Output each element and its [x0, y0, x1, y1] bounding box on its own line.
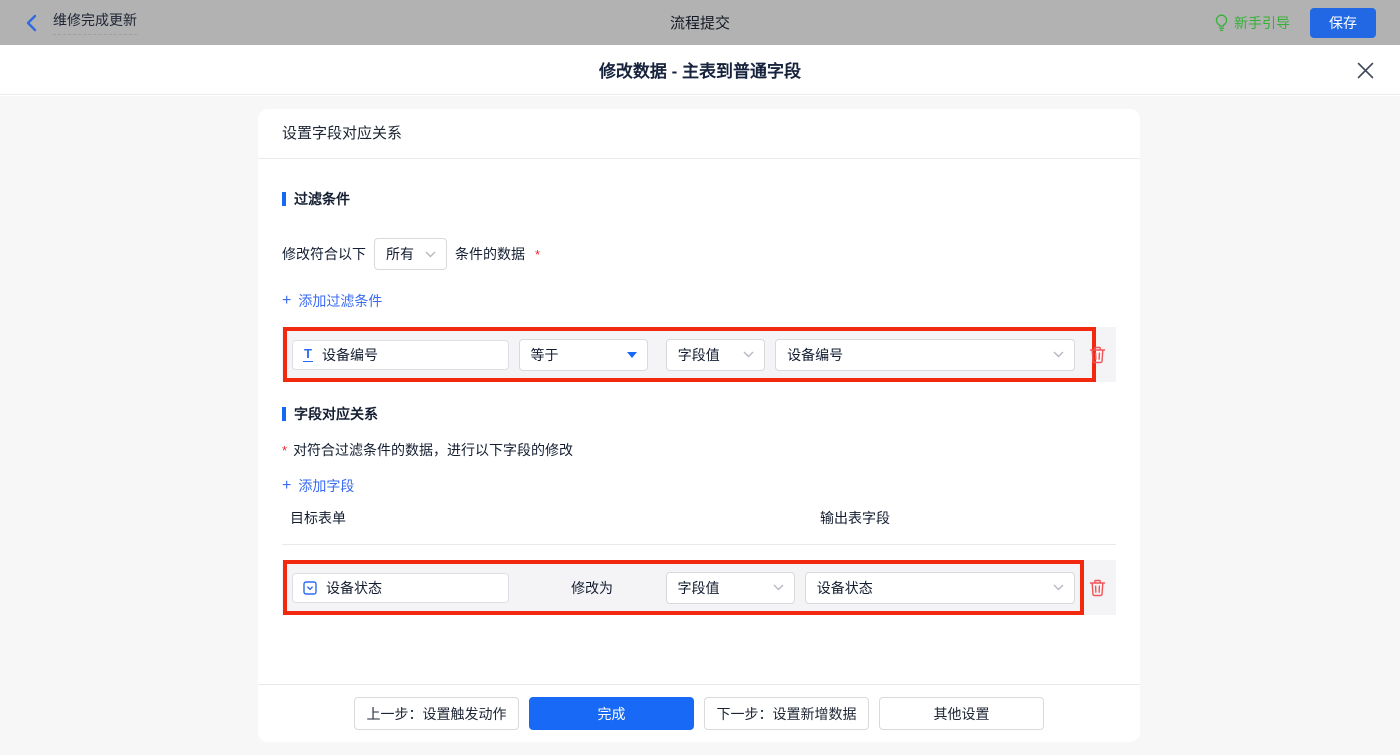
target-field-value: 设备状态: [326, 579, 382, 596]
plus-icon: +: [282, 477, 292, 494]
filter-condition-row: T 设备编号 等于 字段值 设备编号: [282, 327, 1116, 382]
plus-icon: +: [282, 292, 292, 309]
section-bar-icon: [282, 407, 286, 421]
mapping-section-title: 字段对应关系: [282, 404, 1116, 424]
field-mapping-row: 设备状态 修改为 字段值 设备状态: [282, 560, 1116, 615]
chevron-down-icon: [1053, 351, 1064, 358]
chevron-left-icon: [26, 14, 37, 32]
delete-filter-row-button[interactable]: [1089, 346, 1106, 364]
beginner-guide-label: 新手引导: [1234, 14, 1290, 31]
filter-value: 设备编号: [787, 346, 844, 363]
operator-value: 等于: [530, 346, 559, 363]
topbar-center-title: 流程提交: [669, 15, 730, 32]
chevron-down-icon: [743, 351, 754, 358]
save-button[interactable]: 保存: [1310, 7, 1376, 38]
chevron-down-icon: [1053, 584, 1064, 591]
prev-step-button[interactable]: 上一步：设置触发动作: [354, 697, 519, 730]
chevron-down-icon: [425, 251, 436, 258]
filter-field-value: 设备编号: [321, 346, 378, 363]
mapping-hint-text: 对符合过滤条件的数据，进行以下字段的修改: [293, 442, 574, 458]
delete-mapping-row-button[interactable]: [1089, 579, 1106, 597]
card-title: 设置字段对应关系: [258, 109, 1140, 159]
card-content: 过滤条件 修改符合以下 所有 条件的数据 * + 添加过滤条件 T 设备编号 等…: [258, 159, 1140, 684]
trash-icon: [1089, 579, 1106, 596]
required-mark: *: [282, 442, 288, 458]
mapping-section-label: 字段对应关系: [294, 406, 378, 422]
back-button[interactable]: [26, 14, 37, 32]
modal-header: 修改数据 - 主表到普通字段: [0, 45, 1400, 95]
chevron-down-icon: [773, 584, 784, 591]
condition-prefix: 修改符合以下: [282, 246, 366, 262]
done-button[interactable]: 完成: [529, 697, 694, 730]
select-field-icon: [303, 580, 317, 595]
operator-select[interactable]: 等于: [518, 338, 648, 371]
add-filter-condition-link[interactable]: + 添加过滤条件: [282, 291, 382, 311]
topbar: 维修完成更新 流程提交 新手引导 保存: [0, 0, 1400, 45]
mapping-value-type-select[interactable]: 字段值: [665, 571, 795, 604]
value-type-value: 字段值: [677, 346, 720, 363]
other-settings-button[interactable]: 其他设置: [879, 697, 1044, 730]
mapping-value-select[interactable]: 设备状态: [804, 571, 1075, 604]
value-type-select[interactable]: 字段值: [665, 338, 766, 371]
trash-icon: [1089, 346, 1106, 363]
filter-field-input[interactable]: T 设备编号: [292, 339, 509, 370]
modal-body: 设置字段对应关系 过滤条件 修改符合以下 所有 条件的数据 * + 添加过滤条件…: [0, 96, 1400, 755]
modify-to-label: 修改为: [571, 579, 614, 596]
next-step-button[interactable]: 下一步：设置新增数据: [704, 697, 869, 730]
filter-section-label: 过滤条件: [294, 191, 350, 207]
edit-data-modal: 修改数据 - 主表到普通字段 设置字段对应关系 过滤条件 修改符合以下 所有 条…: [0, 45, 1400, 755]
mapping-hint: * 对符合过滤条件的数据，进行以下字段的修改: [282, 440, 1116, 460]
condition-logic-select[interactable]: 所有: [374, 238, 447, 270]
condition-logic-value: 所有: [386, 246, 414, 262]
mapping-value: 设备状态: [816, 579, 873, 596]
beginner-guide-link[interactable]: 新手引导: [1214, 13, 1290, 33]
target-field-input[interactable]: 设备状态: [292, 572, 509, 603]
filter-section-title: 过滤条件: [282, 189, 1116, 209]
filter-value-select[interactable]: 设备编号: [775, 338, 1076, 371]
text-field-icon: T: [303, 345, 313, 362]
condition-suffix: 条件的数据: [455, 246, 525, 262]
mapping-value-type-value: 字段值: [677, 579, 720, 596]
close-icon[interactable]: [1357, 62, 1374, 79]
column-target-form: 目标表单: [290, 510, 346, 526]
add-filter-condition-label: 添加过滤条件: [298, 293, 383, 309]
column-output-field: 输出表字段: [820, 510, 890, 526]
add-field-label: 添加字段: [298, 478, 355, 494]
condition-line: 修改符合以下 所有 条件的数据 *: [282, 238, 1116, 270]
card-footer: 上一步：设置触发动作 完成 下一步：设置新增数据 其他设置: [258, 684, 1140, 742]
required-mark: *: [535, 246, 541, 262]
modal-title: 修改数据 - 主表到普通字段: [598, 62, 802, 81]
flow-name-editable[interactable]: 维修完成更新: [53, 10, 137, 35]
add-field-link[interactable]: + 添加字段: [282, 476, 354, 496]
mapping-columns-header: 目标表单 输出表字段: [282, 508, 1116, 545]
section-bar-icon: [282, 192, 286, 206]
lightbulb-icon: [1214, 14, 1229, 32]
caret-down-icon: [626, 351, 637, 358]
field-mapping-card: 设置字段对应关系 过滤条件 修改符合以下 所有 条件的数据 * + 添加过滤条件…: [258, 109, 1140, 742]
